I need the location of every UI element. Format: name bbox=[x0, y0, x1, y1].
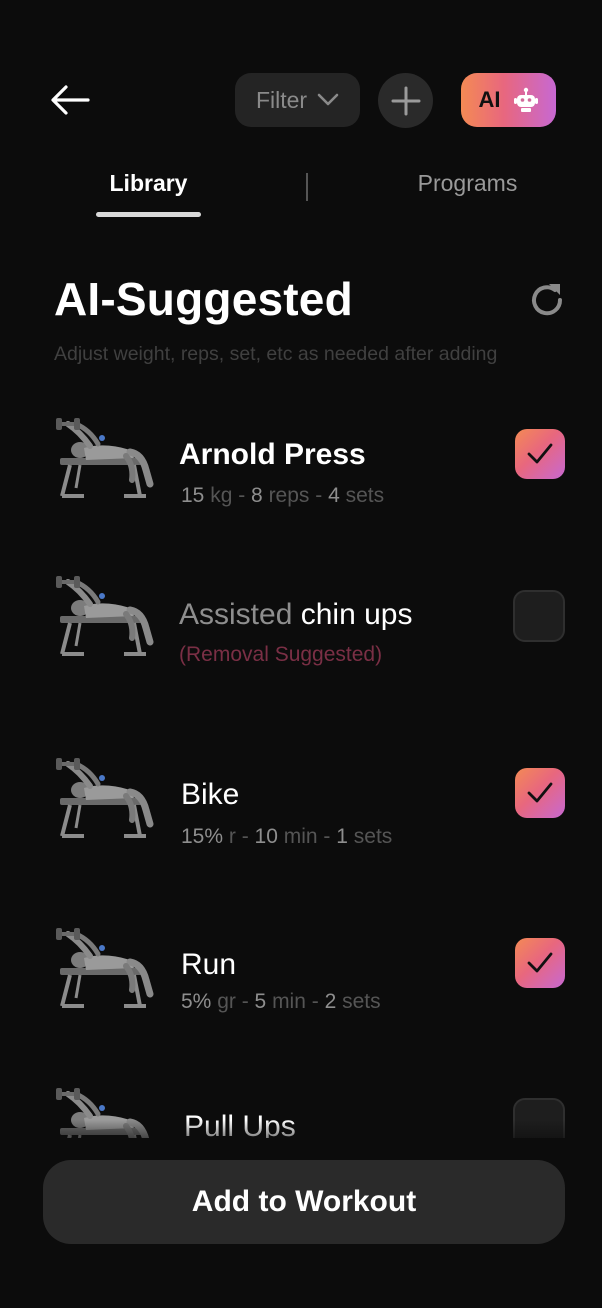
exercise-item[interactable]: Assisted chin ups (Removal Suggested) bbox=[0, 566, 602, 686]
robot-icon bbox=[513, 87, 538, 112]
section-subtitle: Adjust weight, reps, set, etc as needed … bbox=[54, 343, 498, 365]
tab-programs[interactable]: Programs bbox=[400, 170, 535, 197]
checkmark-icon bbox=[527, 952, 553, 973]
exercise-checkbox[interactable] bbox=[513, 590, 565, 642]
section-title: AI-Suggested bbox=[54, 273, 353, 325]
refresh-icon bbox=[532, 284, 563, 316]
plus-icon bbox=[391, 86, 420, 115]
exercise-meta: 15 kg - 8 reps - 4 sets bbox=[181, 484, 385, 507]
exercise-meta: 15% r - 10 min - 1 sets bbox=[181, 825, 393, 848]
tab-divider bbox=[306, 173, 308, 201]
ai-button[interactable]: AI bbox=[461, 73, 556, 127]
exercise-meta: 5% gr - 5 min - 2 sets bbox=[181, 990, 381, 1013]
exercise-item[interactable]: Arnold Press 15 kg - 8 reps - 4 sets bbox=[0, 408, 602, 528]
refresh-button[interactable] bbox=[527, 280, 567, 320]
checkmark-icon bbox=[527, 782, 553, 803]
chevron-down-icon bbox=[317, 93, 339, 106]
filter-label: Filter bbox=[255, 86, 308, 113]
ai-label: AI bbox=[478, 87, 501, 112]
exercise-name: Bike bbox=[181, 778, 240, 811]
exercise-thumbnail bbox=[50, 750, 158, 842]
exercise-item[interactable]: Run 5% gr - 5 min - 2 sets bbox=[0, 918, 602, 1038]
add-to-workout-button[interactable]: Add to Workout bbox=[43, 1160, 565, 1244]
active-tab-indicator bbox=[96, 212, 201, 217]
exercise-name: Run bbox=[181, 948, 237, 981]
exercise-checkbox[interactable] bbox=[515, 429, 565, 479]
exercise-name: Arnold Press bbox=[179, 438, 366, 471]
exercise-checkbox[interactable] bbox=[515, 938, 565, 988]
checkmark-icon bbox=[527, 443, 553, 464]
exercise-thumbnail bbox=[50, 920, 158, 1012]
filter-button[interactable]: Filter bbox=[235, 73, 360, 127]
exercise-thumbnail bbox=[50, 410, 158, 502]
tab-library[interactable]: Library bbox=[96, 170, 201, 197]
exercise-checkbox[interactable] bbox=[515, 768, 565, 818]
removal-suggestion-note: (Removal Suggested) bbox=[179, 643, 383, 666]
exercise-thumbnail bbox=[50, 568, 158, 660]
back-button[interactable] bbox=[48, 80, 92, 120]
add-exercise-button[interactable] bbox=[378, 73, 433, 128]
exercise-item[interactable]: Bike 15% r - 10 min - 1 sets bbox=[0, 748, 602, 868]
exercise-name: Assisted chin ups bbox=[179, 598, 413, 631]
arrow-left-icon bbox=[51, 85, 90, 115]
